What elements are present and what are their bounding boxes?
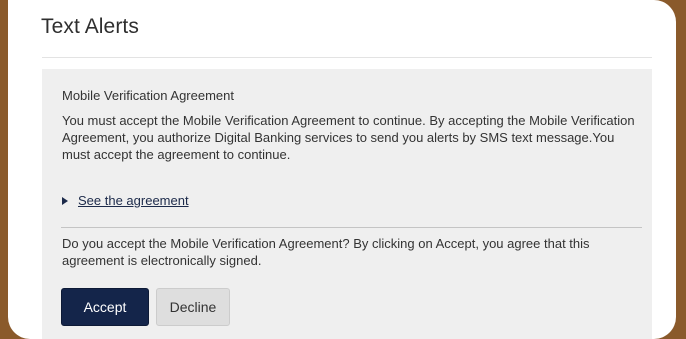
decline-button[interactable]: Decline — [156, 288, 230, 326]
acceptance-question: Do you accept the Mobile Verification Ag… — [62, 236, 590, 268]
see-agreement-toggle[interactable]: See the agreement — [62, 193, 189, 208]
title-divider — [42, 57, 652, 58]
dialog-title: Text Alerts — [41, 15, 139, 38]
agreement-body: You must accept the Mobile Verification … — [62, 113, 635, 162]
see-agreement-link[interactable]: See the agreement — [78, 193, 189, 208]
panel-divider — [61, 227, 642, 228]
accept-button[interactable]: Accept — [61, 288, 149, 326]
agreement-heading: Mobile Verification Agreement — [62, 88, 234, 103]
agreement-panel: Mobile Verification Agreement You must a… — [42, 69, 652, 339]
text-alerts-dialog: Text Alerts Mobile Verification Agreemen… — [8, 0, 676, 339]
disclosure-triangle-icon — [62, 196, 68, 205]
